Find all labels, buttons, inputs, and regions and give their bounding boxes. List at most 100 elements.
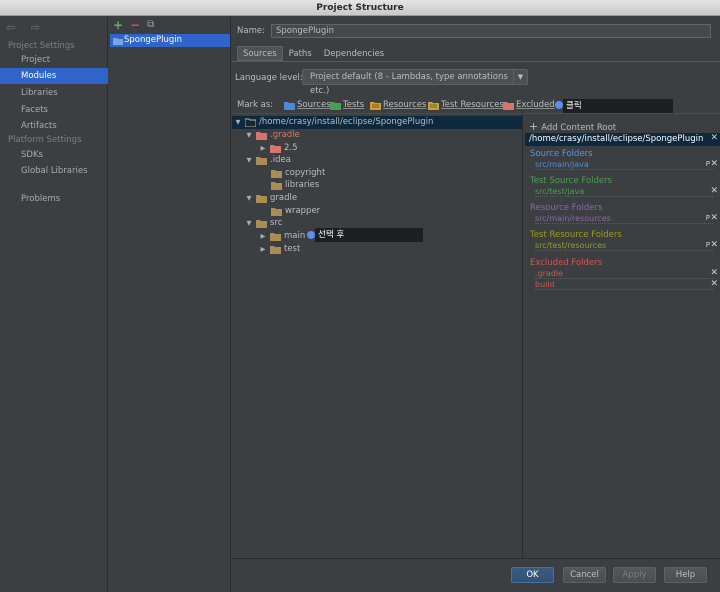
tab-sources[interactable]: Sources [237, 46, 283, 61]
nav-item-global-libraries[interactable]: Global Libraries [0, 163, 108, 179]
source-folder-value: src/main/java [535, 160, 713, 170]
tree-row-libraries[interactable]: libraries [271, 179, 319, 192]
click-marker-icon [555, 101, 563, 109]
nav-item-artifacts[interactable]: Artifacts [0, 118, 108, 134]
ok-button[interactable]: OK [511, 567, 554, 583]
help-button[interactable]: Help [664, 567, 707, 583]
tree-label-libraries: libraries [285, 180, 320, 190]
folder-icon [245, 118, 256, 127]
copy-module-icon[interactable]: ⧉ [147, 19, 154, 33]
tab-dependencies[interactable]: Dependencies [318, 46, 391, 61]
language-level-select[interactable]: Project default (8 - Lambdas, type annot… [302, 69, 528, 96]
resource-props-icon[interactable]: P [706, 214, 710, 222]
test-folders-header: Test Source Folders [530, 176, 613, 186]
folder-icon [271, 182, 282, 190]
folder-icon [256, 157, 267, 165]
click-annotation: 클릭 [563, 99, 673, 113]
name-label: Name: [237, 26, 265, 36]
window-title: Project Structure [0, 0, 720, 16]
folder-icon [270, 246, 281, 254]
tests-folder-icon [330, 101, 341, 110]
tree-row-gradle[interactable]: ▼ gradle [245, 192, 297, 205]
sources-folder-icon [284, 101, 295, 110]
expand-arrow-icon[interactable]: ▼ [245, 154, 253, 167]
mark-as-label: Mark as: [237, 100, 274, 110]
excluded-folder-icon [270, 145, 281, 153]
nav-back-forward-icons[interactable]: ⇦ ⇨ [6, 21, 46, 34]
mark-excluded-label: Excluded [516, 100, 555, 110]
excluded-folder-icon [503, 101, 514, 110]
select-marker-icon [307, 231, 315, 239]
tree-row-src[interactable]: ▼ src [245, 217, 282, 230]
module-folder-icon [113, 38, 123, 45]
test-close-icon[interactable]: ✕ [710, 186, 718, 196]
nav-item-facets[interactable]: Facets [0, 102, 108, 118]
folder-icon [270, 233, 281, 241]
test-resource-folders-header: Test Resource Folders [530, 230, 622, 240]
expand-arrow-icon[interactable]: ▼ [245, 192, 253, 205]
module-name-field[interactable]: SpongePlugin [271, 24, 711, 38]
resource-close-icon[interactable]: ✕ [710, 213, 718, 223]
mark-test-resources-button[interactable]: Test Resources [428, 100, 504, 110]
language-level-value: Project default (8 - Lambdas, type annot… [310, 72, 508, 96]
content-root-path[interactable]: /home/crasy/install/eclipse/SpongePlugin [525, 133, 720, 146]
excluded-close-icon[interactable]: ✕ [710, 268, 718, 278]
tree-row-main[interactable]: ▶ main [259, 230, 305, 243]
apply-button[interactable]: Apply [613, 567, 656, 583]
mark-tests-button[interactable]: Tests [330, 100, 364, 110]
tabs-divider [232, 61, 720, 62]
remove-root-close-icon[interactable]: ✕ [710, 133, 718, 143]
expand-arrow-icon[interactable]: ▶ [259, 230, 267, 243]
tree-row-idea[interactable]: ▼ .idea [245, 154, 291, 167]
cancel-button[interactable]: Cancel [563, 567, 606, 583]
mark-resources-label: Resources [383, 100, 427, 110]
excluded-folders-header: Excluded Folders [530, 258, 603, 268]
expand-arrow-icon[interactable]: ▼ [245, 217, 253, 230]
add-content-root-button[interactable]: + Add Content Root [529, 120, 616, 133]
mark-sources-button[interactable]: Sources [284, 100, 331, 110]
select-annotation: 선택 후 [315, 228, 423, 242]
add-content-root-label: Add Content Root [541, 123, 617, 133]
test-resource-close-icon[interactable]: ✕ [710, 240, 718, 250]
source-folders-header: Source Folders [530, 149, 593, 159]
nav-item-problems[interactable]: Problems [0, 191, 108, 207]
test-resource-folder-value: src/test/resources [535, 241, 713, 251]
excluded-close-icon[interactable]: ✕ [710, 279, 718, 289]
settings-nav: ⇦ ⇨ Project Settings Project Modules Lib… [0, 17, 108, 592]
tree-row-test[interactable]: ▶ test [259, 243, 300, 256]
module-item-label: SpongePlugin [124, 35, 183, 45]
test-resource-props-icon[interactable]: P [706, 241, 710, 249]
source-props-icon[interactable]: P [706, 160, 710, 168]
tab-paths[interactable]: Paths [283, 46, 318, 61]
expand-arrow-icon[interactable]: ▼ [234, 116, 242, 129]
test-folder-value: src/test/java [535, 187, 713, 197]
excluded-folder-value: build [535, 280, 713, 290]
tree-root-label: /home/crasy/install/eclipse/SpongePlugin [259, 117, 434, 127]
module-item-spongeplugin[interactable]: SpongePlugin [110, 34, 230, 47]
excluded-folder-icon [256, 132, 267, 140]
expand-arrow-icon[interactable]: ▼ [245, 129, 253, 142]
content-roots-panel: + Add Content Root /home/crasy/install/ec… [523, 114, 720, 558]
tree-label-main: main [284, 231, 306, 241]
nav-item-sdks[interactable]: SDKs [0, 147, 108, 163]
language-level-label: Language level: [235, 73, 303, 83]
mark-resources-button[interactable]: Resources [370, 100, 426, 110]
module-tabs: Sources Paths Dependencies [237, 46, 390, 61]
folder-tree: ▼ /home/crasy/install/eclipse/SpongePlug… [232, 115, 522, 558]
add-module-icon[interactable]: + [113, 19, 123, 33]
plus-icon: + [529, 120, 539, 133]
folder-icon [271, 170, 282, 178]
folder-icon [256, 195, 267, 203]
source-close-icon[interactable]: ✕ [710, 159, 718, 169]
nav-item-modules[interactable]: Modules [0, 68, 108, 84]
tree-label-wrapper: wrapper [285, 206, 321, 216]
tree-root-row[interactable]: ▼ /home/crasy/install/eclipse/SpongePlug… [232, 116, 522, 129]
modules-panel: + − ⧉ SpongePlugin [109, 17, 231, 592]
expand-arrow-icon[interactable]: ▶ [259, 243, 267, 256]
remove-module-icon[interactable]: − [130, 19, 140, 33]
nav-item-project[interactable]: Project [0, 52, 108, 68]
mark-excluded-button[interactable]: Excluded [503, 100, 555, 110]
nav-item-libraries[interactable]: Libraries [0, 85, 108, 101]
resource-folder-value: src/main/resources [535, 214, 713, 224]
tree-row-dot-gradle[interactable]: ▼ .gradle [245, 129, 300, 142]
